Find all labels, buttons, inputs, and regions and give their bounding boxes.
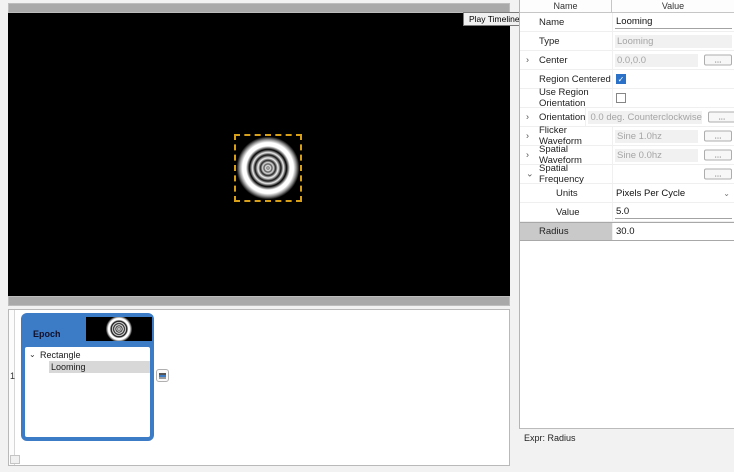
expander-icon[interactable]: ⌄	[526, 169, 534, 179]
looming-stimulus[interactable]	[234, 134, 302, 202]
epoch-tree: ⌄ Rectangle Looming	[25, 347, 150, 437]
property-label: Type	[539, 35, 560, 47]
property-label: Region Centered	[539, 73, 611, 85]
property-label: Center	[539, 54, 568, 66]
stimulus-canvas[interactable]	[8, 13, 510, 296]
property-row-spatial-frequency: ⌄ Spatial Frequency ...	[520, 163, 734, 185]
radius-input[interactable]	[615, 225, 732, 238]
property-row-center: › Center 0.0,0.0 ...	[520, 51, 734, 70]
expander-icon[interactable]: ›	[526, 112, 529, 122]
chevron-down-icon[interactable]: ⌄	[29, 350, 36, 359]
expander-icon[interactable]: ›	[526, 131, 529, 141]
play-timeline-button[interactable]: Play Timeline	[463, 12, 526, 26]
spatial-waveform-value: Sine 0.0hz	[615, 148, 698, 162]
add-epoch-button[interactable]	[156, 369, 169, 382]
epoch-thumbnail	[86, 317, 152, 341]
spatial-frequency-value-input[interactable]	[615, 205, 732, 219]
epoch-label: Epoch	[33, 329, 61, 339]
spatial-frequency-ellipsis-button[interactable]: ...	[704, 168, 732, 180]
type-value: Looming	[615, 34, 732, 48]
looming-rings-image	[236, 136, 300, 200]
spatial-waveform-ellipsis-button[interactable]: ...	[704, 149, 732, 161]
property-label: Spatial Frequency	[539, 163, 584, 185]
use-region-orientation-checkbox[interactable]	[616, 93, 626, 103]
property-label: Units	[556, 187, 578, 199]
property-label: Name	[539, 16, 565, 28]
property-label: Radius	[539, 226, 569, 237]
tree-item-label: Rectangle	[40, 350, 81, 360]
epoch-block[interactable]: Epoch ⌄ Rectangle Looming	[21, 313, 154, 441]
name-input[interactable]	[615, 15, 732, 29]
looming-rings-thumbnail	[105, 317, 133, 341]
flicker-waveform-ellipsis-button[interactable]: ...	[704, 130, 732, 142]
expander-icon[interactable]: ›	[526, 150, 529, 160]
add-epoch-icon	[159, 372, 166, 379]
property-row-type: Type Looming	[520, 32, 734, 51]
dropdown-chevron-icon: ⌄	[723, 188, 730, 198]
units-select[interactable]: Pixels Per Cycle ⌄	[615, 188, 732, 199]
expander-icon[interactable]: ›	[526, 55, 529, 65]
property-label: Value	[556, 206, 580, 218]
orientation-value: 0.0 deg. Counterclockwise	[588, 110, 702, 124]
property-row-use-region-orientation: Use Region Orientation	[520, 87, 734, 109]
timeline-row-number: 1	[9, 371, 15, 381]
region-centered-checkbox[interactable]: ✓	[616, 74, 626, 84]
timeline-gutter	[9, 310, 15, 465]
property-label: Use Region Orientation	[539, 87, 589, 109]
flicker-waveform-value: Sine 1.0hz	[615, 129, 698, 143]
column-header-value: Value	[661, 1, 685, 11]
property-row-value: Value	[520, 203, 734, 222]
spatial-frequency-value	[615, 168, 698, 181]
column-header-name: Name	[520, 0, 612, 12]
tree-item-looming[interactable]: Looming	[49, 361, 150, 373]
property-row-radius: Radius	[520, 222, 734, 241]
canvas-scrollbar-top[interactable]	[8, 3, 510, 13]
tree-item-rectangle[interactable]: ⌄ Rectangle	[25, 347, 150, 361]
scrollbar-corner	[10, 455, 20, 464]
timeline-panel: 1 Epoch ⌄ Rectangle Looming	[8, 309, 510, 466]
canvas-scrollbar-bottom[interactable]	[8, 296, 510, 306]
properties-header: Name Value	[520, 0, 734, 13]
units-selected-option: Pixels Per Cycle	[616, 187, 686, 199]
properties-panel: Name Value Name Type Looming › Center 0.…	[519, 0, 734, 429]
orientation-ellipsis-button[interactable]: ...	[707, 111, 734, 123]
center-ellipsis-button[interactable]: ...	[704, 54, 732, 66]
center-value: 0.0,0.0	[615, 53, 698, 67]
property-row-units: Units Pixels Per Cycle ⌄	[520, 184, 734, 203]
property-label: Orientation	[539, 111, 586, 123]
property-row-name: Name	[520, 13, 734, 32]
expression-status-label: Expr: Radius	[524, 433, 576, 443]
